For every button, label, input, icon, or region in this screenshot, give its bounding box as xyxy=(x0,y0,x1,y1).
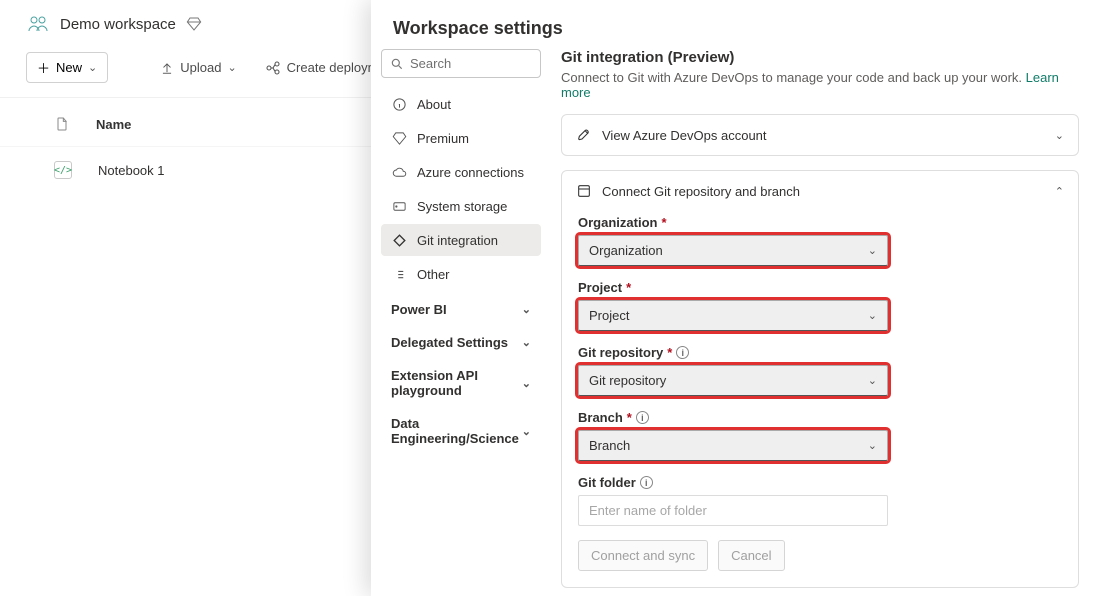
project-dropdown[interactable]: Project ⌄ xyxy=(578,300,888,331)
upload-button[interactable]: Upload ⌄ xyxy=(154,56,242,79)
file-icon xyxy=(54,116,70,132)
settings-content: Git integration (Preview) Connect to Git… xyxy=(551,49,1101,596)
plus-icon: ＋ xyxy=(37,58,50,77)
list-icon xyxy=(391,266,407,282)
chevron-up-icon: ⌃ xyxy=(1055,185,1064,198)
content-heading: Git integration (Preview) xyxy=(561,49,1079,66)
storage-icon xyxy=(391,198,407,214)
info-icon[interactable]: i xyxy=(676,346,689,359)
branch-dropdown[interactable]: Branch ⌄ xyxy=(578,430,888,461)
nav-label: About xyxy=(417,97,451,112)
upload-label: Upload xyxy=(180,60,221,75)
team-icon xyxy=(26,12,50,36)
field-organization: Organization * Organization ⌄ xyxy=(578,215,1062,266)
panel-title: Workspace settings xyxy=(371,0,1101,49)
section-label: Data Engineering/Science xyxy=(391,416,511,446)
info-icon[interactable]: i xyxy=(636,411,649,424)
new-button-label: New xyxy=(56,60,82,75)
chevron-down-icon: ⌄ xyxy=(227,61,236,74)
diamond-icon xyxy=(391,130,407,146)
dropdown-value: Git repository xyxy=(589,373,666,388)
git-repository-dropdown[interactable]: Git repository ⌄ xyxy=(578,365,888,396)
section-power-bi[interactable]: Power BI ⌄ xyxy=(381,292,541,323)
nav-azure-connections[interactable]: Azure connections xyxy=(381,156,541,188)
section-extension-api[interactable]: Extension API playground ⌄ xyxy=(381,358,541,404)
git-folder-input[interactable] xyxy=(578,495,888,526)
chevron-down-icon: ⌄ xyxy=(522,377,531,390)
section-label: Power BI xyxy=(391,302,447,317)
field-git-repository: Git repository*i Git repository ⌄ xyxy=(578,345,1062,396)
field-label: Branch xyxy=(578,410,623,425)
info-icon[interactable]: i xyxy=(640,476,653,489)
rocket-icon xyxy=(576,127,592,143)
field-branch: Branch * i Branch ⌄ xyxy=(578,410,1062,461)
chevron-down-icon: ⌄ xyxy=(88,61,97,74)
nav-label: System storage xyxy=(417,199,507,214)
nav-other[interactable]: Other xyxy=(381,258,541,290)
nav-system-storage[interactable]: System storage xyxy=(381,190,541,222)
nav-about[interactable]: About xyxy=(381,88,541,120)
workspace-title: Demo workspace xyxy=(60,16,176,33)
nav-label: Premium xyxy=(417,131,469,146)
field-label: Organization xyxy=(578,215,657,230)
chevron-down-icon: ⌄ xyxy=(522,336,531,349)
field-label: Git folder xyxy=(578,475,636,490)
search-placeholder: Search xyxy=(410,56,451,71)
field-label: Project xyxy=(578,280,622,295)
cloud-icon xyxy=(391,164,407,180)
chevron-down-icon: ⌄ xyxy=(1055,129,1064,142)
section-label: Extension API playground xyxy=(391,368,511,398)
section-data-engineering[interactable]: Data Engineering/Science ⌄ xyxy=(381,406,541,452)
list-item-label: Notebook 1 xyxy=(98,163,165,178)
pipeline-icon xyxy=(265,60,281,76)
search-icon xyxy=(390,57,404,71)
organization-dropdown[interactable]: Organization ⌄ xyxy=(578,235,888,266)
chevron-down-icon: ⌄ xyxy=(868,374,877,387)
nav-label: Azure connections xyxy=(417,165,524,180)
new-button[interactable]: ＋ New ⌄ xyxy=(26,52,108,83)
chevron-down-icon: ⌄ xyxy=(868,439,877,452)
diamond-icon xyxy=(186,16,202,32)
card-title: Connect Git repository and branch xyxy=(602,184,800,199)
view-account-card: View Azure DevOps account ⌄ xyxy=(561,114,1079,156)
git-icon xyxy=(391,232,407,248)
desc-text: Connect to Git with Azure DevOps to mana… xyxy=(561,70,1026,85)
cancel-button[interactable]: Cancel xyxy=(718,540,784,571)
required-marker: * xyxy=(661,215,666,230)
settings-sidebar: Search About Premium Azure connections S… xyxy=(371,49,551,596)
field-git-folder: Git folder i xyxy=(578,475,1062,526)
nav-label: Other xyxy=(417,267,450,282)
notebook-icon: </> xyxy=(54,161,72,179)
nav-git-integration[interactable]: Git integration xyxy=(381,224,541,256)
view-account-header[interactable]: View Azure DevOps account ⌄ xyxy=(562,115,1078,155)
field-label: Git repository xyxy=(578,345,663,360)
chevron-down-icon: ⌄ xyxy=(868,309,877,322)
info-icon xyxy=(391,96,407,112)
nav-premium[interactable]: Premium xyxy=(381,122,541,154)
dropdown-value: Organization xyxy=(589,243,663,258)
required-marker: * xyxy=(626,280,631,295)
chevron-down-icon: ⌄ xyxy=(522,303,531,316)
dropdown-value: Branch xyxy=(589,438,630,453)
upload-icon xyxy=(160,61,174,75)
card-title: View Azure DevOps account xyxy=(602,128,767,143)
content-description: Connect to Git with Azure DevOps to mana… xyxy=(561,70,1079,100)
connect-sync-button[interactable]: Connect and sync xyxy=(578,540,708,571)
section-label: Delegated Settings xyxy=(391,335,508,350)
section-delegated-settings[interactable]: Delegated Settings ⌄ xyxy=(381,325,541,356)
connect-repo-header[interactable]: Connect Git repository and branch ⌃ xyxy=(562,171,1078,211)
column-name: Name xyxy=(96,117,131,132)
connect-repo-card: Connect Git repository and branch ⌃ Orga… xyxy=(561,170,1079,588)
chevron-down-icon: ⌄ xyxy=(868,244,877,257)
nav-label: Git integration xyxy=(417,233,498,248)
search-input[interactable]: Search xyxy=(381,49,541,78)
settings-panel: Workspace settings Search About Premium … xyxy=(371,0,1101,596)
required-marker: * xyxy=(667,345,672,360)
field-project: Project * Project ⌄ xyxy=(578,280,1062,331)
chevron-down-icon: ⌄ xyxy=(522,425,531,438)
required-marker: * xyxy=(627,410,632,425)
dropdown-value: Project xyxy=(589,308,629,323)
repo-icon xyxy=(576,183,592,199)
